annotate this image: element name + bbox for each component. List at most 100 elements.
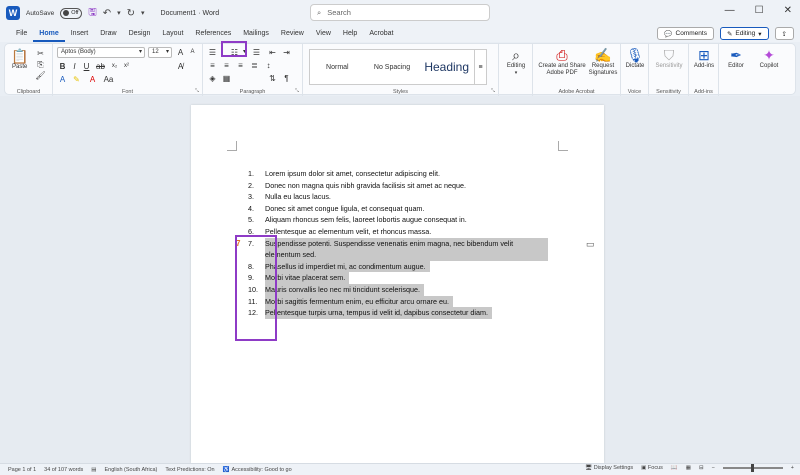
autosave-toggle[interactable]: Off — [60, 7, 83, 19]
zoom-out-icon[interactable]: − — [712, 465, 715, 471]
cut-icon[interactable]: ✂ — [35, 48, 46, 59]
sort-icon[interactable]: ⇅ — [267, 73, 278, 84]
style-normal[interactable]: Normal — [310, 64, 365, 71]
multilevel-list-icon[interactable]: ☰ — [251, 47, 262, 58]
copilot-button[interactable]: ✦ Copilot — [753, 47, 785, 70]
style-no-spacing[interactable]: No Spacing — [365, 64, 420, 71]
italic-icon[interactable]: I — [69, 61, 80, 72]
list-item[interactable]: 4. Donec sit amet congue ligula, et conse… — [245, 203, 565, 215]
save-icon[interactable]: 🖫 — [88, 5, 97, 22]
font-size-combo[interactable]: 12 ▾ — [148, 47, 172, 58]
text-predictions[interactable]: Text Predictions: On — [165, 467, 214, 473]
grow-font-icon[interactable]: A — [175, 47, 186, 58]
font-dialog-launcher-icon[interactable]: ⤡ — [195, 88, 199, 94]
list-item[interactable]: 2. Donec non magna quis nibh gravida faci… — [245, 180, 565, 192]
list-item[interactable]: 11. Morbi sagittis fermentum enim, eu eff… — [245, 295, 565, 308]
language[interactable]: English (South Africa) — [104, 467, 157, 473]
tab-layout[interactable]: Layout — [156, 26, 189, 42]
tab-insert[interactable]: Insert — [65, 26, 95, 42]
subscript-icon[interactable]: x₂ — [109, 61, 120, 72]
page-count[interactable]: Page 1 of 1 — [8, 467, 36, 473]
search-box[interactable]: ⌕ Search — [310, 4, 490, 21]
tab-review[interactable]: Review — [275, 26, 310, 42]
share-button[interactable]: ⇪ — [774, 27, 794, 40]
word-count[interactable]: 34 of 107 words — [44, 467, 83, 473]
maximize-button[interactable]: ☐ — [755, 5, 764, 16]
list-item[interactable]: 8. Phasellus id imperdiet mi, ac condimen… — [245, 260, 565, 273]
zoom-slider[interactable] — [722, 464, 783, 472]
tab-acrobat[interactable]: Acrobat — [363, 26, 399, 42]
align-left-icon[interactable]: ≡ — [207, 60, 218, 71]
copy-icon[interactable]: ⎘ — [35, 59, 46, 70]
justify-icon[interactable]: ≣ — [249, 60, 260, 71]
print-layout-icon[interactable]: ▦ — [686, 465, 691, 471]
paste-button[interactable]: 📋 Paste — [11, 48, 28, 71]
sensitivity-button[interactable]: ⛉ Sensitivity — [653, 47, 685, 70]
style-heading[interactable]: Heading — [419, 60, 474, 74]
editing-button[interactable]: ⌕ Editing ▾ — [503, 47, 529, 77]
chevron-down-icon[interactable]: ▾ — [117, 9, 121, 17]
tab-draw[interactable]: Draw — [94, 26, 122, 42]
bullets-icon[interactable]: ☰ — [207, 47, 218, 58]
minimize-button[interactable]: — — [725, 5, 735, 16]
undo-icon[interactable]: ↶ — [103, 8, 111, 19]
read-mode-icon[interactable]: 📖 — [671, 465, 678, 471]
font-name-combo[interactable]: Aptos (Body) ▾ — [57, 47, 145, 58]
tab-view[interactable]: View — [310, 26, 337, 42]
customize-toolbar-icon[interactable]: ▾ — [141, 9, 145, 17]
dictate-button[interactable]: 🎙 Dictate — [623, 47, 647, 70]
display-settings-button[interactable]: 🖥 Display Settings — [585, 465, 633, 471]
tab-file[interactable]: File — [10, 26, 33, 42]
list-item[interactable]: 10. Mauris convallis leo nec mi tincidunt… — [245, 283, 565, 296]
close-button[interactable]: ✕ — [784, 5, 792, 16]
request-signatures-button[interactable]: ✍ Request Signatures — [587, 47, 619, 77]
list-item[interactable]: 9. Morbi vitae placerat sem. — [245, 272, 565, 284]
addins-button[interactable]: ⊞ Add-ins — [691, 47, 717, 70]
web-layout-icon[interactable]: ⊟ — [699, 465, 704, 471]
tab-references[interactable]: References — [189, 26, 237, 42]
shading-icon[interactable]: ◈ — [207, 73, 218, 84]
bold-icon[interactable]: B — [57, 61, 68, 72]
change-case-icon[interactable]: Aa — [103, 74, 114, 85]
list-item[interactable]: 1. Lorem ipsum dolor sit amet, consectetu… — [245, 168, 565, 180]
focus-button[interactable]: ▣ Focus — [641, 465, 663, 471]
proofing-icon[interactable]: ▤ — [91, 467, 96, 473]
list-item[interactable]: 5. Aliquam rhoncus sem felis, laoreet lob… — [245, 214, 565, 226]
tab-mailings[interactable]: Mailings — [237, 26, 275, 42]
underline-icon[interactable]: U — [81, 61, 92, 72]
superscript-icon[interactable]: x² — [121, 61, 132, 72]
shrink-font-icon[interactable]: A — [187, 47, 198, 58]
list-item[interactable]: 12. Pellentesque turpis urna, tempus id v… — [245, 307, 565, 319]
accessibility-status[interactable]: ♿ Accessibility: Good to go — [223, 467, 292, 473]
align-center-icon[interactable]: ≡ — [221, 60, 232, 71]
clear-format-icon[interactable]: A̸ — [175, 61, 186, 72]
list-item[interactable]: 7. Suspendisse potenti. Suspendisse venen… — [245, 237, 565, 261]
create-share-pdf-button[interactable]: ⎙ Create and Share Adobe PDF — [537, 47, 587, 77]
editing-mode-button[interactable]: ✎ Editing ▾ — [719, 27, 769, 40]
editor-button[interactable]: ✒ Editor — [723, 47, 749, 70]
show-marks-icon[interactable]: ¶ — [281, 73, 292, 84]
redo-icon[interactable]: ↻ — [127, 8, 135, 19]
tab-home[interactable]: Home — [33, 26, 65, 42]
font-color-icon[interactable]: A — [87, 74, 98, 85]
highlight-color-icon[interactable]: ✎ — [71, 74, 82, 85]
text-effects-icon[interactable]: A — [57, 74, 68, 85]
line-spacing-icon[interactable]: ↕ — [263, 60, 274, 71]
increase-indent-icon[interactable]: ⇥ — [281, 47, 292, 58]
decrease-indent-icon[interactable]: ⇤ — [267, 47, 278, 58]
borders-icon[interactable]: ▦ — [221, 73, 232, 84]
comments-button[interactable]: 💬 Comments — [657, 27, 714, 40]
zoom-in-icon[interactable]: + — [791, 465, 794, 471]
paragraph-dialog-launcher-icon[interactable]: ⤡ — [295, 88, 299, 94]
tab-design[interactable]: Design — [123, 26, 157, 42]
tab-help[interactable]: Help — [337, 26, 363, 42]
comment-icon[interactable]: ▭ — [586, 239, 595, 250]
list-item[interactable]: 6. Pellentesque ac elementum velit, et rh… — [245, 226, 565, 238]
list-item[interactable]: 3. Nulla eu lacus lacus. — [245, 191, 565, 203]
list-text: Mauris convallis leo nec mi tincidunt sc… — [265, 283, 424, 296]
format-painter-icon[interactable]: 🖌 — [35, 70, 46, 81]
styles-more-icon[interactable]: ≡ — [474, 50, 486, 84]
align-right-icon[interactable]: ≡ — [235, 60, 246, 71]
strikethrough-icon[interactable]: ab — [95, 61, 106, 72]
styles-dialog-launcher-icon[interactable]: ⤡ — [491, 88, 495, 94]
